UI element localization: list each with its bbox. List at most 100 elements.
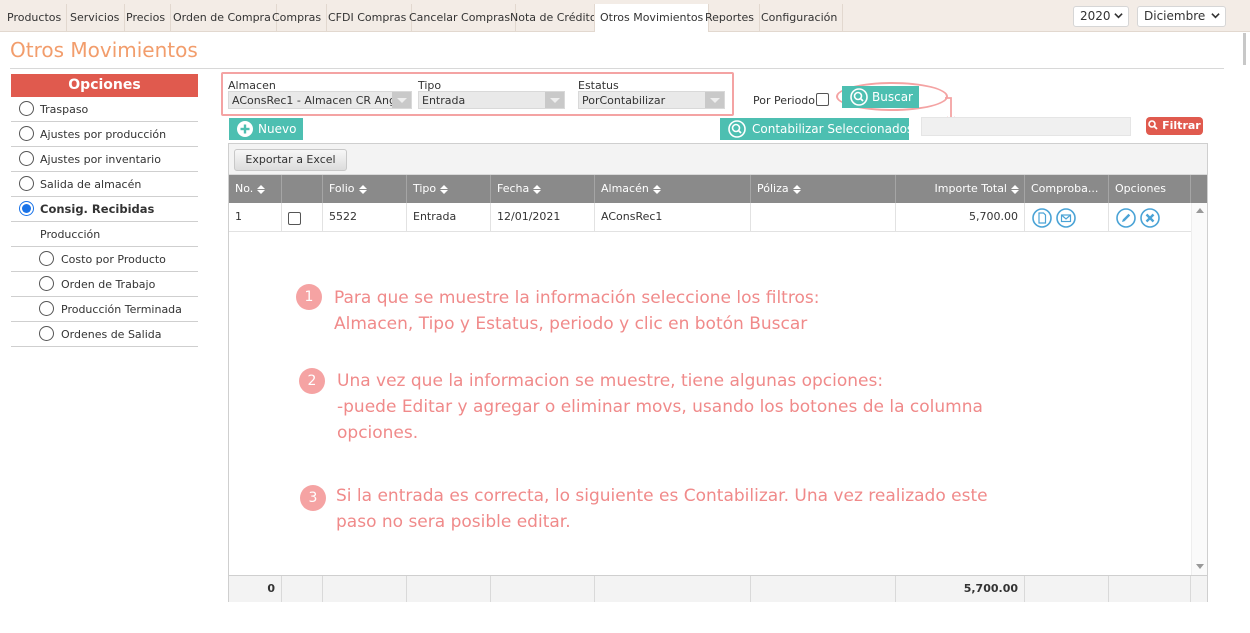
top-nav: Productos Servicios Precios Orden de Com… [0, 0, 1250, 32]
buscar-button[interactable]: Buscar [842, 86, 919, 108]
sidebar-item-produccion-terminada[interactable]: Producción Terminada [11, 297, 198, 322]
tab-servicios[interactable]: Servicios [65, 4, 126, 32]
sidebar-item-ordenes-de-salida[interactable]: Ordenes de Salida [11, 322, 198, 347]
col-label: Almacén [601, 182, 649, 195]
edit-icon[interactable] [1116, 208, 1136, 228]
tab-productos[interactable]: Productos [2, 4, 68, 32]
pdf-icon[interactable] [1032, 208, 1052, 228]
grid-scrollbar[interactable] [1191, 203, 1207, 575]
exportar-excel-button[interactable]: Exportar a Excel [234, 149, 347, 171]
contabilizar-seleccionados-button[interactable]: Contabilizar Seleccionados [720, 118, 913, 140]
col-header-importe-total[interactable]: Importe Total [896, 175, 1025, 203]
sidebar-item-label: Orden de Trabajo [61, 278, 156, 291]
sidebar-item-label: Consig. Recibidas [40, 202, 155, 216]
sidebar-item-orden-de-trabajo[interactable]: Orden de Trabajo [11, 272, 198, 297]
scroll-down-icon[interactable] [1196, 564, 1204, 569]
radio-button[interactable] [39, 276, 54, 291]
search-input[interactable] [921, 117, 1131, 136]
note-3-line-1: Si la entrada es correcta, lo siguiente … [336, 486, 988, 506]
sidebar-header: Opciones [11, 74, 198, 97]
dropdown-arrow-icon [392, 92, 411, 108]
search-icon [850, 88, 868, 106]
tab-cancelar-compras[interactable]: Cancelar Compras [404, 4, 517, 32]
col-header-poliza[interactable]: Póliza [751, 175, 896, 203]
radio-button[interactable] [39, 251, 54, 266]
tab-otros-movimientos[interactable]: Otros Movimientos [594, 4, 710, 32]
page-scrollbar[interactable] [1243, 33, 1246, 65]
sidebar-item-costo-por-producto[interactable]: Costo por Producto [11, 247, 198, 272]
sidebar-item-ajustes-produccion[interactable]: Ajustes por producción [11, 122, 198, 147]
buscar-label: Buscar [872, 90, 913, 104]
cell-opciones [1109, 203, 1191, 231]
sidebar-item-ajustes-inventario[interactable]: Ajustes por inventario [11, 147, 198, 172]
col-label: Póliza [757, 182, 789, 195]
col-label: Fecha [497, 182, 530, 195]
tab-precios[interactable]: Precios [121, 4, 172, 32]
col-label: No. [235, 182, 254, 195]
note-3-line-2: paso no sera posible editar. [336, 512, 571, 532]
email-icon[interactable] [1056, 208, 1076, 228]
cell-importe-total: 5,700.00 [896, 203, 1025, 231]
radio-button[interactable] [39, 301, 54, 316]
step-badge-2: 2 [299, 368, 325, 394]
page-title: Otros Movimientos [10, 38, 198, 62]
tab-compras[interactable]: Compras [267, 4, 328, 32]
por-periodo-checkbox[interactable] [816, 93, 829, 106]
radio-button[interactable] [19, 176, 34, 191]
col-header-comprobantes[interactable]: Comproba... [1025, 175, 1109, 203]
estatus-select[interactable]: PorContabilizar [578, 91, 725, 109]
footer-count: 0 [229, 576, 282, 602]
row-checkbox[interactable] [288, 212, 301, 225]
step-badge-3: 3 [300, 485, 326, 511]
radio-button[interactable] [19, 151, 34, 166]
tab-orden-de-compra[interactable]: Orden de Compra [168, 4, 277, 32]
grid-toolbar: Exportar a Excel [229, 144, 1207, 175]
col-label: Importe Total [934, 182, 1007, 195]
dropdown-arrow-icon [545, 92, 564, 108]
por-periodo-label: Por Periodo [753, 94, 816, 107]
note-2-line-3: opciones. [337, 423, 419, 443]
search-icon [728, 120, 746, 138]
sidebar-item-consig-recibidas[interactable]: Consig. Recibidas [11, 197, 198, 222]
month-select[interactable]: Diciembre [1137, 6, 1226, 27]
radio-button-selected[interactable] [19, 201, 34, 216]
col-header-fecha[interactable]: Fecha [491, 175, 595, 203]
col-header-tipo[interactable]: Tipo [407, 175, 491, 203]
sidebar-item-salida-almacen[interactable]: Salida de almacén [11, 172, 198, 197]
tab-reportes[interactable]: Reportes [700, 4, 760, 32]
radio-button[interactable] [19, 101, 34, 116]
sidebar-item-label: Ajustes por producción [40, 128, 167, 141]
contabilizar-label: Contabilizar Seleccionados [752, 122, 914, 136]
col-header-almacen[interactable]: Almacén [595, 175, 751, 203]
col-header-folio[interactable]: Folio [323, 175, 407, 203]
almacen-select[interactable]: AConsRec1 - Almacen CR Angeles [228, 91, 412, 109]
footer-cell [407, 576, 491, 602]
note-2-line-2: -puede Editar y agregar o eliminar movs,… [337, 397, 983, 417]
table-row[interactable]: 1 5522 Entrada 12/01/2021 AConsRec1 5,70… [229, 203, 1191, 232]
footer-cell [282, 576, 323, 602]
cell-tipo: Entrada [407, 203, 491, 231]
sidebar-item-label: Costo por Producto [61, 253, 166, 266]
tipo-select[interactable]: Entrada [418, 91, 565, 109]
table-header: No. Folio Tipo Fecha Almacén Póliza Impo… [229, 175, 1207, 203]
year-select[interactable]: 2020 [1073, 6, 1129, 27]
sort-icon [792, 184, 801, 194]
sidebar-item-label: Salida de almacén [40, 178, 142, 191]
cell-almacen: AConsRec1 [595, 203, 751, 231]
radio-button[interactable] [39, 326, 54, 341]
chevron-down-icon [1114, 13, 1123, 19]
tab-cfdi-compras[interactable]: CFDI Compras [323, 4, 413, 32]
tab-configuracion[interactable]: Configuración [756, 4, 844, 32]
radio-button[interactable] [19, 126, 34, 141]
chevron-down-icon [1211, 13, 1220, 19]
footer-cell [323, 576, 407, 602]
col-header-no[interactable]: No. [229, 175, 282, 203]
delete-icon[interactable] [1140, 208, 1160, 228]
nuevo-button[interactable]: Nuevo [229, 118, 303, 140]
sidebar-item-traspaso[interactable]: Traspaso [11, 97, 198, 122]
col-label: Comproba... [1031, 182, 1099, 195]
filtrar-button[interactable]: Filtrar [1146, 117, 1203, 135]
tab-nota-de-credito[interactable]: Nota de Crédito [505, 4, 603, 32]
scroll-up-icon[interactable] [1196, 208, 1204, 213]
sidebar-item-label: Producción Terminada [61, 303, 182, 316]
